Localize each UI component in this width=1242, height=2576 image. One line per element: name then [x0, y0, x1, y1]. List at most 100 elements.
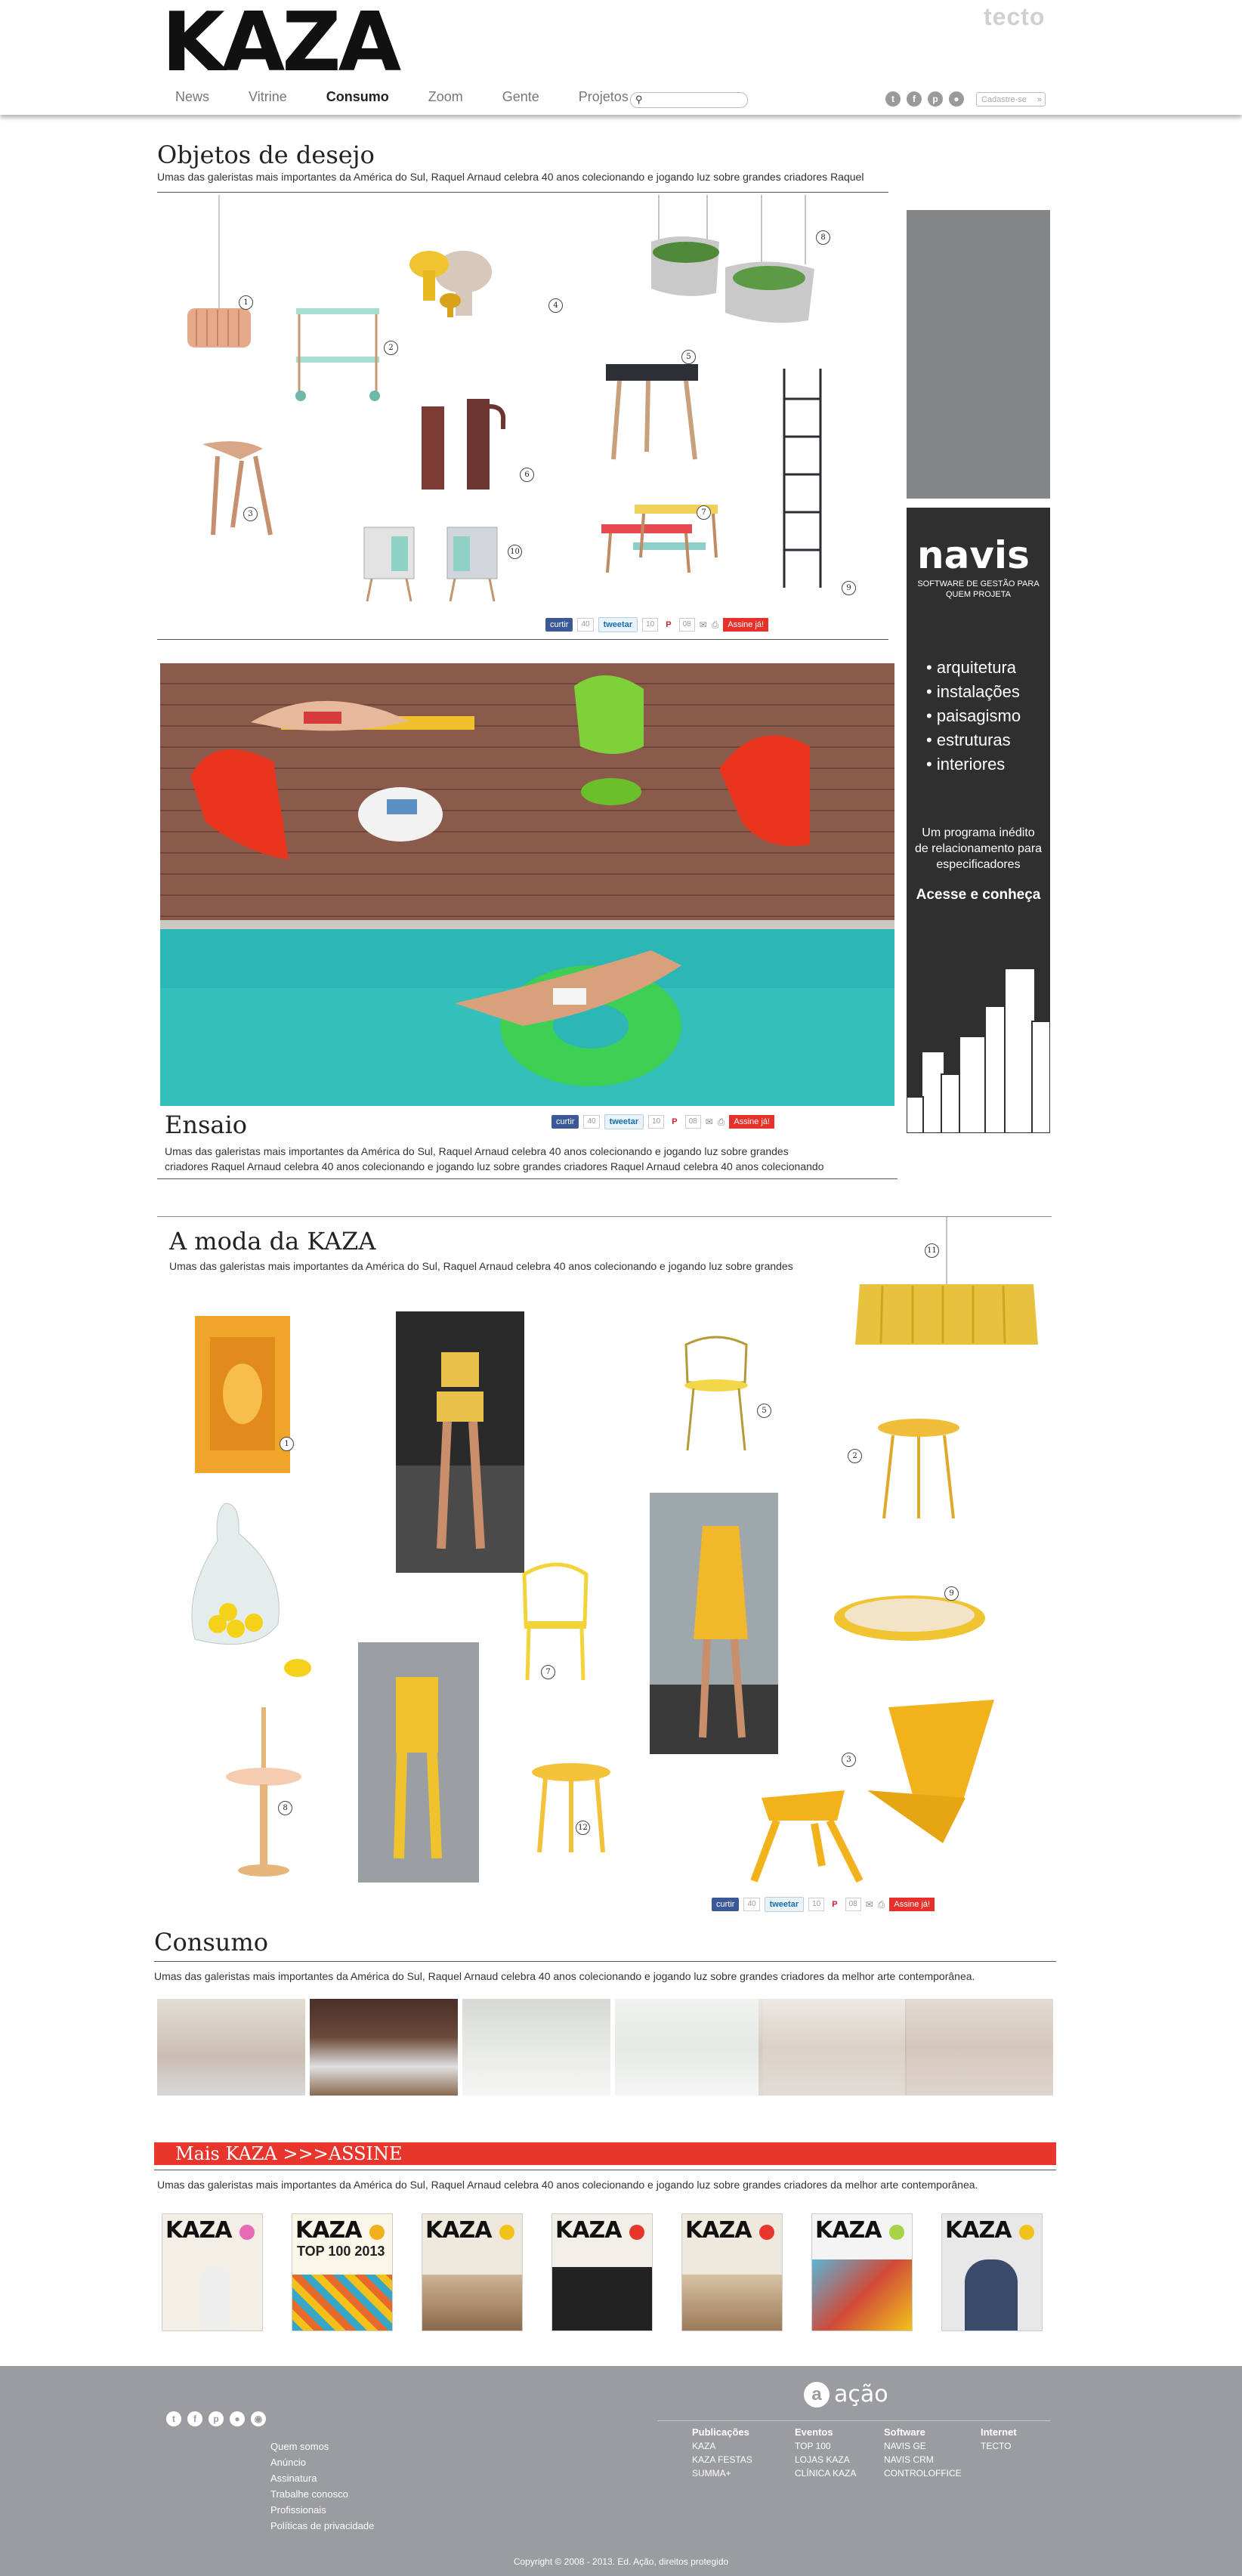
pinterest-icon[interactable]: p: [209, 2411, 224, 2426]
facebook-like-button[interactable]: curtir: [545, 618, 573, 632]
footer-links: Quem somos Anúncio Assinatura Trabalhe c…: [270, 2439, 374, 2534]
navis-item: estruturas: [936, 730, 1011, 749]
footer-link[interactable]: TECTO: [981, 2441, 1017, 2451]
footer-link[interactable]: SUMMA+: [692, 2468, 752, 2479]
ensaio-lead: Umas das galeristas mais importantes da …: [165, 1145, 824, 1172]
tweet-button[interactable]: tweetar: [604, 1114, 644, 1129]
ladder: [783, 369, 822, 588]
facebook-icon[interactable]: f: [907, 91, 922, 107]
tweet-button[interactable]: tweetar: [598, 617, 638, 632]
print-icon[interactable]: ⎙: [712, 619, 719, 631]
consumo-thumb[interactable]: [615, 1999, 763, 2096]
email-icon[interactable]: ✉: [866, 1899, 873, 1910]
item-number: 11: [925, 1243, 939, 1258]
magazine-cover[interactable]: KAZA: [811, 2213, 913, 2331]
share-bar: curtir 40 tweetar 10 P 08 ✉ ⎙ Assine já!: [712, 1897, 935, 1912]
trolley: [296, 308, 379, 314]
subscribe-field[interactable]: Cadastre-se »: [976, 92, 1046, 107]
footer-link[interactable]: NAVIS CRM: [884, 2454, 962, 2465]
nav-gente[interactable]: Gente: [502, 89, 539, 105]
magazine-cover[interactable]: KAZA: [162, 2213, 263, 2331]
footer-link[interactable]: Quem somos: [270, 2439, 374, 2454]
navis-list: • arquitetura • instalações • paisagismo…: [926, 658, 1021, 774]
nav-zoom[interactable]: Zoom: [428, 89, 463, 105]
footer-link[interactable]: LOJAS KAZA: [795, 2454, 856, 2465]
subscribe-button[interactable]: Assine já!: [723, 618, 769, 632]
item-number: 2: [384, 341, 398, 355]
divider: [657, 2420, 1050, 2421]
nav-projetos[interactable]: Projetos: [579, 89, 629, 105]
consumo-thumb[interactable]: [462, 1999, 610, 2096]
item-number: 3: [842, 1753, 856, 1767]
email-icon[interactable]: ✉: [700, 619, 707, 630]
acao-logo-icon: a: [804, 2381, 830, 2408]
pinterest-icon[interactable]: P: [669, 1117, 680, 1126]
item-number: 12: [576, 1821, 590, 1835]
search-input[interactable]: ⚲: [630, 92, 748, 108]
mais-kaza-banner[interactable]: Mais KAZA >>>ASSINE: [154, 2142, 1056, 2165]
navis-cta[interactable]: Acesse e conheça: [914, 887, 1043, 903]
acao-logo[interactable]: a ação: [804, 2381, 888, 2408]
flickr-icon[interactable]: ●: [230, 2411, 245, 2426]
magazine-cover[interactable]: KAZA TOP 100 2013: [292, 2213, 393, 2331]
item-number: 7: [697, 505, 711, 520]
consumo-thumb[interactable]: [310, 1999, 458, 2096]
pin-count: 08: [678, 618, 695, 632]
magazine-cover[interactable]: KAZA: [941, 2213, 1043, 2331]
footer-link[interactable]: CONTROLOFFICE: [884, 2468, 962, 2479]
item-number: 7: [541, 1665, 555, 1679]
print-icon[interactable]: ⎙: [718, 1117, 725, 1128]
facebook-icon[interactable]: f: [187, 2411, 202, 2426]
nav-news[interactable]: News: [175, 89, 209, 105]
magazine-cover[interactable]: KAZA: [681, 2213, 783, 2331]
footer-link[interactable]: KAZA FESTAS: [692, 2454, 752, 2465]
footer-link[interactable]: Assinatura: [270, 2470, 374, 2486]
footer-link[interactable]: NAVIS GE: [884, 2441, 962, 2451]
subscribe-button[interactable]: Assine já!: [729, 1115, 775, 1129]
tweet-button[interactable]: tweetar: [764, 1897, 805, 1912]
navis-item: paisagismo: [936, 706, 1021, 725]
email-icon[interactable]: ✉: [706, 1117, 713, 1127]
footer-link[interactable]: Políticas de privacidade: [270, 2518, 374, 2534]
instagram-icon[interactable]: ●: [949, 91, 964, 107]
site-footer: t f p ● ◉ Quem somos Anúncio Assinatura …: [0, 2366, 1242, 2576]
twitter-icon[interactable]: t: [166, 2411, 181, 2426]
navis-item: interiores: [936, 755, 1006, 774]
consumo-thumb[interactable]: [905, 1999, 1053, 2096]
footer-link[interactable]: Trabalhe conosco: [270, 2486, 374, 2502]
print-icon[interactable]: ⎙: [878, 1899, 885, 1910]
twitter-icon[interactable]: t: [885, 91, 901, 107]
magazine-cover[interactable]: KAZA: [422, 2213, 523, 2331]
pinterest-icon[interactable]: p: [928, 91, 943, 107]
consumo-thumb[interactable]: [758, 1999, 907, 2096]
nav-vitrine[interactable]: Vitrine: [249, 89, 287, 105]
footer-link[interactable]: KAZA: [692, 2441, 752, 2451]
instagram-icon[interactable]: ◉: [251, 2411, 266, 2426]
item-number: 1: [280, 1437, 294, 1451]
chevron-right-icon[interactable]: »: [1037, 93, 1042, 107]
nav-consumo[interactable]: Consumo: [326, 89, 389, 105]
divider: [154, 1961, 1056, 1962]
magazine-cover[interactable]: KAZA: [551, 2213, 653, 2331]
facebook-like-button[interactable]: curtir: [712, 1898, 740, 1911]
tecto-logo[interactable]: tecto: [984, 3, 1045, 31]
search-icon: ⚲: [635, 94, 643, 105]
facebook-like-button[interactable]: curtir: [551, 1115, 579, 1129]
copyright: Copyright © 2008 - 2013. Ed. Ação, direi…: [513, 2556, 729, 2567]
footer-link[interactable]: CLÍNICA KAZA: [795, 2468, 856, 2479]
pinterest-icon[interactable]: P: [663, 620, 674, 629]
pinterest-icon[interactable]: P: [829, 1900, 840, 1909]
footer-link[interactable]: Profissionais: [270, 2502, 374, 2518]
mais-kaza-title[interactable]: Mais KAZA >>>ASSINE: [175, 2142, 403, 2165]
footer-link[interactable]: Anúncio: [270, 2454, 374, 2470]
kaza-logo[interactable]: KAZA: [162, 2, 401, 85]
ad-banner-top[interactable]: [907, 210, 1050, 499]
item-number: 4: [548, 298, 563, 313]
navis-ad[interactable]: navis SOFTWARE DE GESTÃO PARA QUEM PROJE…: [907, 508, 1050, 1133]
objetos-collage: [187, 195, 822, 602]
footer-link[interactable]: TOP 100: [795, 2441, 856, 2451]
item-number: 3: [243, 507, 258, 521]
ensaio-photo[interactable]: [160, 663, 894, 1106]
subscribe-button[interactable]: Assine já!: [889, 1898, 935, 1911]
consumo-thumb[interactable]: [157, 1999, 305, 2096]
